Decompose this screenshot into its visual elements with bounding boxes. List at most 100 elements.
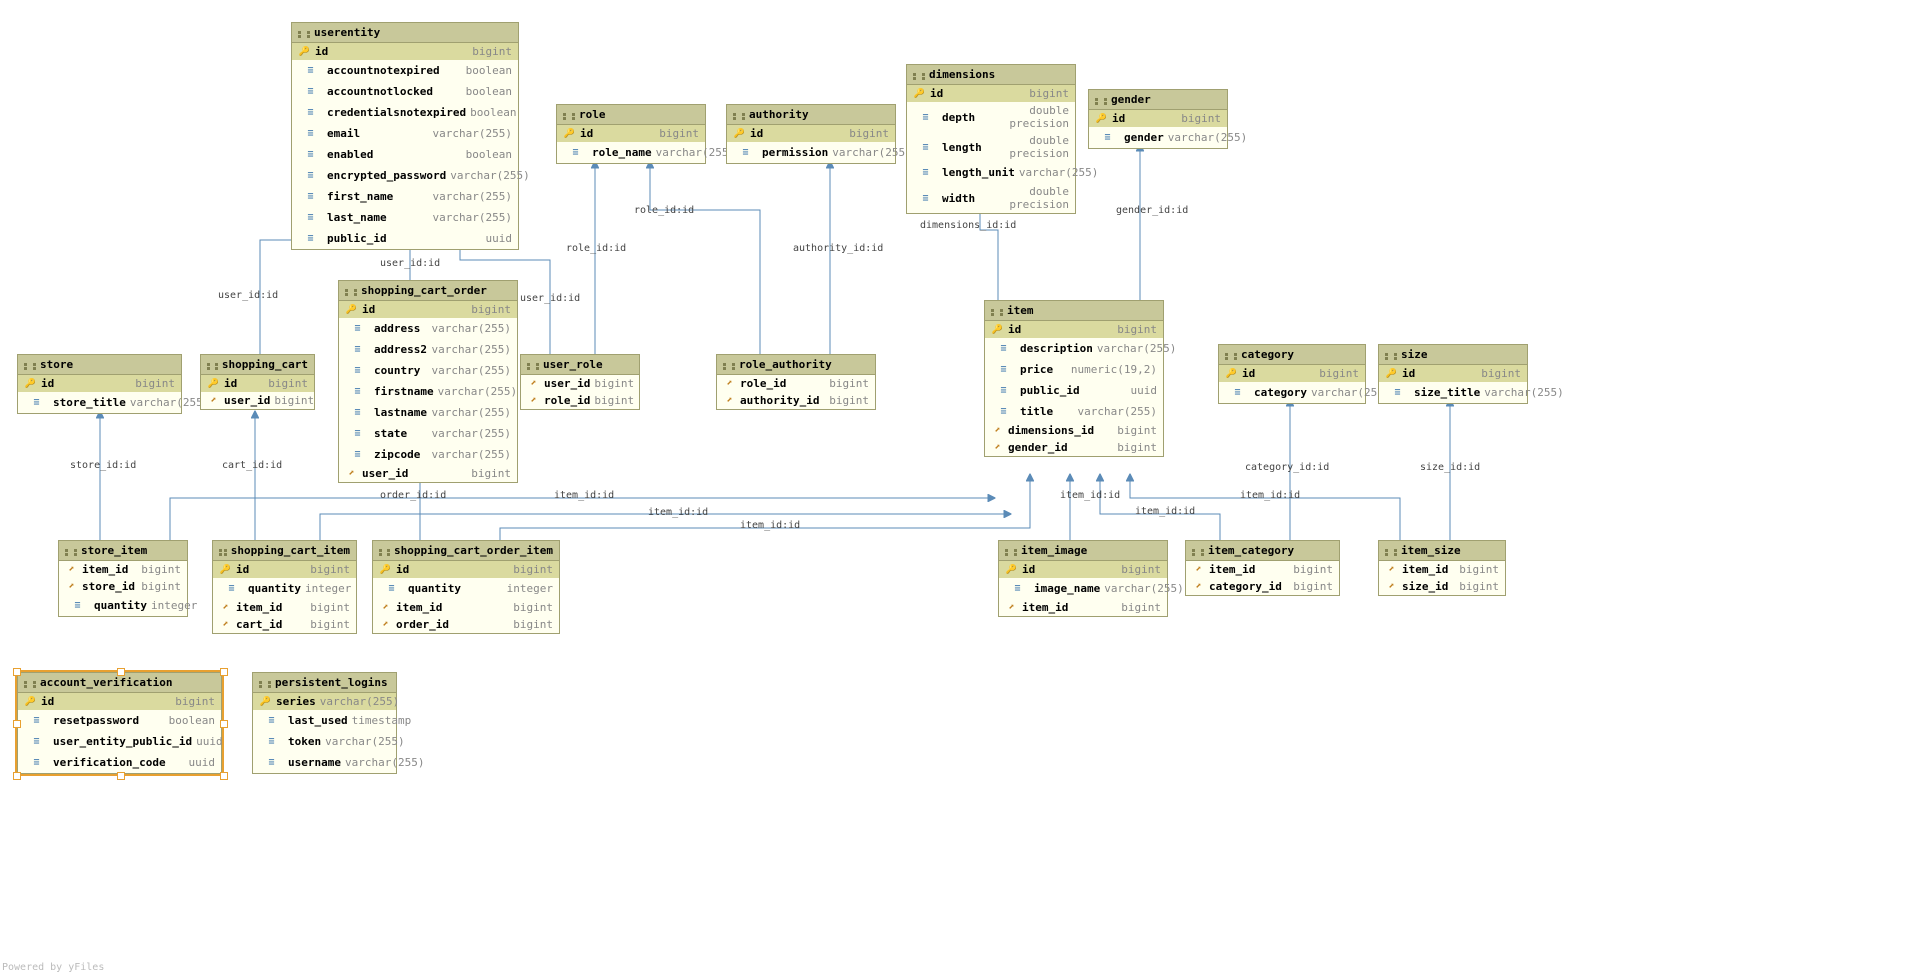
entity-shopping_cart_item[interactable]: shopping_cart_itemidbigintquantityintege… [212, 540, 357, 634]
selection-handle[interactable] [220, 772, 228, 780]
column-row[interactable]: idbigint [727, 125, 895, 142]
column-row[interactable]: item_idbigint [59, 561, 187, 578]
relationship-line[interactable] [170, 498, 994, 540]
entity-role[interactable]: roleidbigintrole_namevarchar(255) [556, 104, 706, 164]
column-row[interactable]: role_idbigint [521, 392, 639, 409]
column-row[interactable]: zipcodevarchar(255) [339, 444, 517, 465]
column-row[interactable]: titlevarchar(255) [985, 401, 1163, 422]
column-row[interactable]: idbigint [213, 561, 356, 578]
column-row[interactable]: item_idbigint [999, 599, 1167, 616]
column-row[interactable]: item_idbigint [1379, 561, 1505, 578]
column-row[interactable]: pricenumeric(19,2) [985, 359, 1163, 380]
column-row[interactable]: verification_codeuuid [18, 752, 221, 773]
column-row[interactable]: quantityinteger [59, 595, 187, 616]
column-row[interactable]: authority_idbigint [717, 392, 875, 409]
column-row[interactable]: idbigint [18, 375, 181, 392]
column-row[interactable]: store_titlevarchar(255) [18, 392, 181, 413]
column-row[interactable]: idbigint [201, 375, 314, 392]
column-row[interactable]: credentialsnotexpiredboolean [292, 102, 518, 123]
column-row[interactable]: idbigint [339, 301, 517, 318]
entity-header[interactable]: dimensions [907, 65, 1075, 85]
selection-handle[interactable] [220, 720, 228, 728]
column-row[interactable]: address2varchar(255) [339, 339, 517, 360]
column-row[interactable]: encrypted_passwordvarchar(255) [292, 165, 518, 186]
column-row[interactable]: cart_idbigint [213, 616, 356, 633]
entity-category[interactable]: categoryidbigintcategoryvarchar(255) [1218, 344, 1366, 404]
entity-header[interactable]: item_size [1379, 541, 1505, 561]
column-row[interactable]: item_idbigint [1186, 561, 1339, 578]
column-row[interactable]: item_idbigint [213, 599, 356, 616]
column-row[interactable]: size_idbigint [1379, 578, 1505, 595]
column-row[interactable]: accountnotlockedboolean [292, 81, 518, 102]
entity-item_size[interactable]: item_sizeitem_idbigintsize_idbigint [1378, 540, 1506, 596]
column-row[interactable]: user_idbigint [521, 375, 639, 392]
entity-shopping_cart[interactable]: shopping_cartidbigintuser_idbigint [200, 354, 315, 410]
selection-handle[interactable] [13, 668, 21, 676]
column-row[interactable]: idbigint [1379, 365, 1527, 382]
selection-handle[interactable] [220, 668, 228, 676]
column-row[interactable]: category_idbigint [1186, 578, 1339, 595]
column-row[interactable]: permissionvarchar(255) [727, 142, 895, 163]
entity-store_item[interactable]: store_itemitem_idbigintstore_idbigintqua… [58, 540, 188, 617]
entity-header[interactable]: gender [1089, 90, 1227, 110]
entity-header[interactable]: role [557, 105, 705, 125]
entity-store[interactable]: storeidbigintstore_titlevarchar(255) [17, 354, 182, 414]
column-row[interactable]: tokenvarchar(255) [253, 731, 396, 752]
entity-header[interactable]: account_verification [18, 673, 221, 693]
entity-gender[interactable]: genderidbigintgendervarchar(255) [1088, 89, 1228, 149]
entity-item[interactable]: itemidbigintdescriptionvarchar(255)price… [984, 300, 1164, 457]
column-row[interactable]: role_namevarchar(255) [557, 142, 705, 163]
entity-role_authority[interactable]: role_authorityrole_idbigintauthority_idb… [716, 354, 876, 410]
column-row[interactable]: idbigint [18, 693, 221, 710]
column-row[interactable]: idbigint [1089, 110, 1227, 127]
column-row[interactable]: size_titlevarchar(255) [1379, 382, 1527, 403]
column-row[interactable]: idbigint [1219, 365, 1365, 382]
column-row[interactable]: gender_idbigint [985, 439, 1163, 456]
entity-authority[interactable]: authorityidbigintpermissionvarchar(255) [726, 104, 896, 164]
entity-item_image[interactable]: item_imageidbigintimage_namevarchar(255)… [998, 540, 1168, 617]
column-row[interactable]: descriptionvarchar(255) [985, 338, 1163, 359]
entity-header[interactable]: shopping_cart [201, 355, 314, 375]
entity-persistent_logins[interactable]: persistent_loginsseriesvarchar(255)last_… [252, 672, 397, 774]
entity-header[interactable]: role_authority [717, 355, 875, 375]
column-row[interactable]: idbigint [292, 43, 518, 60]
column-row[interactable]: user_idbigint [339, 465, 517, 482]
column-row[interactable]: image_namevarchar(255) [999, 578, 1167, 599]
column-row[interactable]: order_idbigint [373, 616, 559, 633]
selection-handle[interactable] [13, 720, 21, 728]
column-row[interactable]: role_idbigint [717, 375, 875, 392]
column-row[interactable]: item_idbigint [373, 599, 559, 616]
entity-header[interactable]: category [1219, 345, 1365, 365]
column-row[interactable]: usernamevarchar(255) [253, 752, 396, 773]
column-row[interactable]: public_iduuid [985, 380, 1163, 401]
entity-header[interactable]: authority [727, 105, 895, 125]
column-row[interactable]: idbigint [907, 85, 1075, 102]
column-row[interactable]: length_unitvarchar(255) [907, 162, 1075, 183]
entity-header[interactable]: store [18, 355, 181, 375]
entity-header[interactable]: item [985, 301, 1163, 321]
entity-header[interactable]: shopping_cart_order_item [373, 541, 559, 561]
relationship-line[interactable] [650, 162, 760, 354]
column-row[interactable]: resetpasswordboolean [18, 710, 221, 731]
entity-dimensions[interactable]: dimensionsidbigintdepthdouble precisionl… [906, 64, 1076, 214]
selection-handle[interactable] [117, 772, 125, 780]
column-row[interactable]: addressvarchar(255) [339, 318, 517, 339]
entity-header[interactable]: item_image [999, 541, 1167, 561]
column-row[interactable]: quantityinteger [373, 578, 559, 599]
column-row[interactable]: enabledboolean [292, 144, 518, 165]
column-row[interactable]: idbigint [985, 321, 1163, 338]
column-row[interactable]: widthdouble precision [907, 183, 1075, 213]
column-row[interactable]: last_namevarchar(255) [292, 207, 518, 228]
column-row[interactable]: lengthdouble precision [907, 132, 1075, 162]
column-row[interactable]: statevarchar(255) [339, 423, 517, 444]
entity-item_category[interactable]: item_categoryitem_idbigintcategory_idbig… [1185, 540, 1340, 596]
entity-account_verification[interactable]: account_verificationidbigintresetpasswor… [17, 672, 222, 774]
column-row[interactable]: accountnotexpiredboolean [292, 60, 518, 81]
column-row[interactable]: categoryvarchar(255) [1219, 382, 1365, 403]
column-row[interactable]: firstnamevarchar(255) [339, 381, 517, 402]
column-row[interactable]: gendervarchar(255) [1089, 127, 1227, 148]
column-row[interactable]: idbigint [373, 561, 559, 578]
column-row[interactable]: idbigint [557, 125, 705, 142]
selection-handle[interactable] [13, 772, 21, 780]
column-row[interactable]: store_idbigint [59, 578, 187, 595]
